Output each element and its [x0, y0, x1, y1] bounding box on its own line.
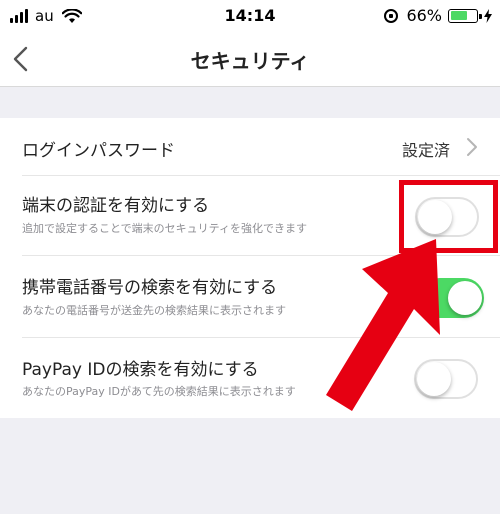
battery-icon	[448, 8, 482, 23]
paypay-id-search-label: PayPay IDの検索を有効にする	[22, 360, 259, 380]
status-bar: au 14:14 66%	[0, 0, 500, 32]
red-arrow-icon	[326, 239, 440, 411]
login-password-row[interactable]: ログインパスワード 設定済	[0, 118, 500, 176]
toggle-knob	[448, 281, 482, 315]
device-auth-label: 端末の認証を有効にする	[22, 196, 210, 216]
paypay-id-search-description: あなたのPayPay IDがあて先の検索結果に表示されます	[22, 385, 296, 398]
chevron-right-icon	[467, 138, 477, 156]
login-password-status: 設定済	[401, 141, 450, 160]
battery-percent: 66%	[406, 6, 442, 25]
charging-bolt-icon	[484, 8, 492, 23]
phone-search-description: あなたの電話番号が送金先の検索結果に表示されます	[22, 304, 286, 317]
phone-search-label: 携帯電話番号の検索を有効にする	[22, 278, 278, 298]
device-auth-description: 追加で設定することで端末のセキュリティを強化できます	[22, 222, 308, 235]
login-password-label: ログインパスワード	[22, 141, 175, 161]
navigation-bar: セキュリティ	[0, 32, 500, 87]
page-title: セキュリティ	[190, 49, 310, 73]
rotation-lock-icon	[384, 8, 399, 23]
